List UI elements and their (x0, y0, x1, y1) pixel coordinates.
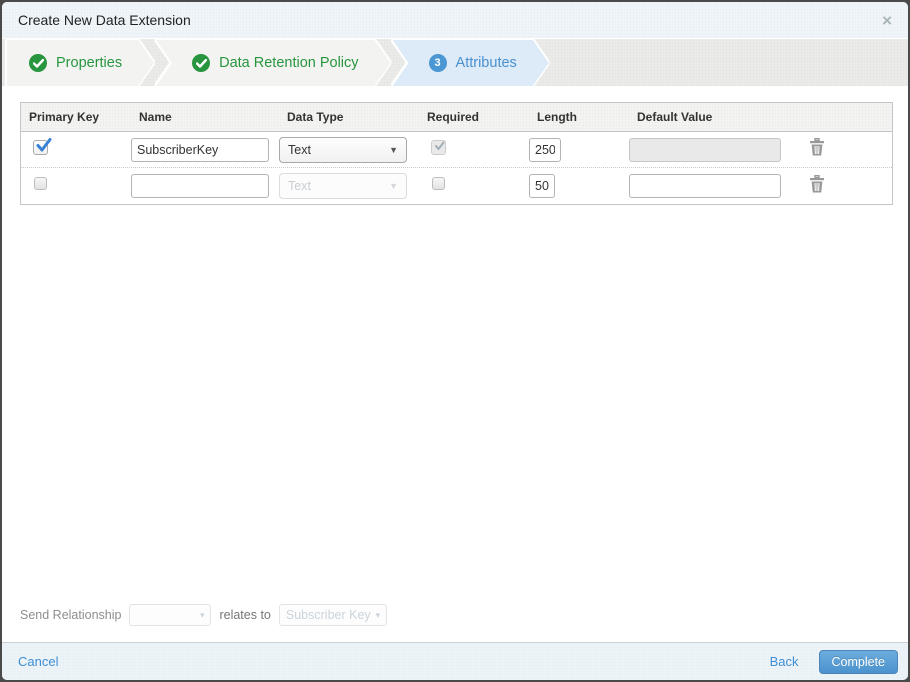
name-field[interactable] (131, 137, 269, 162)
table-row: Text ▼ (21, 132, 892, 168)
attributes-table: Primary Key Name Data Type Required Leng… (20, 102, 893, 205)
complete-button[interactable]: Complete (818, 649, 898, 674)
wizard-step-properties[interactable]: Properties (7, 40, 154, 86)
col-header-default-value: Default Value (637, 110, 713, 124)
length-field[interactable] (529, 174, 555, 198)
modal-footer: Cancel Back Complete (2, 642, 908, 680)
subscriber-key-value: Subscriber Key (285, 608, 371, 622)
default-value-field[interactable] (629, 174, 781, 198)
col-header-primary-key: Primary Key (29, 110, 100, 124)
caret-down-icon: ▼ (389, 181, 398, 191)
col-header-required: Required (427, 110, 480, 124)
check-icon (29, 54, 47, 72)
create-data-extension-modal: Create New Data Extension × Properties D… (2, 2, 908, 680)
caret-down-icon: ▾ (375, 609, 381, 620)
required-checkbox (431, 139, 446, 155)
wizard-step-label: Data Retention Policy (219, 55, 359, 71)
relates-to-label: relates to (219, 608, 271, 622)
required-checkbox[interactable] (432, 177, 445, 190)
delete-row-button[interactable] (809, 138, 825, 156)
data-type-value: Text (288, 179, 311, 193)
col-header-length: Length (537, 110, 577, 124)
data-type-select[interactable]: Text ▼ (279, 136, 407, 163)
col-header-data-type: Data Type (287, 110, 344, 124)
length-field[interactable] (529, 137, 561, 162)
col-header-name: Name (139, 110, 172, 124)
trash-icon (810, 138, 824, 156)
wizard-step-data-retention-policy[interactable]: Data Retention Policy (156, 40, 390, 86)
cancel-link[interactable]: Cancel (18, 654, 58, 669)
send-relationship-label: Send Relationship (20, 608, 122, 622)
default-value-field (629, 137, 781, 162)
back-link[interactable]: Back (770, 654, 799, 669)
delete-row-button[interactable] (809, 174, 825, 193)
primary-key-checkbox[interactable] (34, 177, 47, 190)
send-relationship-select: ▾ (129, 604, 212, 626)
wizard-step-label: Attributes (455, 55, 517, 71)
caret-down-icon: ▼ (389, 144, 398, 155)
modal-body: Primary Key Name Data Type Required Leng… (2, 86, 908, 642)
trash-icon (810, 174, 824, 192)
wizard-step-label: Properties (56, 55, 123, 71)
table-header-row: Primary Key Name Data Type Required Leng… (21, 103, 892, 132)
table-row: Text ▼ (21, 168, 892, 204)
modal-title: Create New Data Extension (18, 12, 191, 28)
modal-titlebar: Create New Data Extension × (2, 2, 908, 38)
name-field[interactable] (131, 174, 269, 198)
step-number-badge: 3 (429, 54, 447, 72)
wizard-step-attributes[interactable]: 3 Attributes (393, 40, 549, 86)
wizard-step-bar: Properties Data Retention Policy 3 Attri… (2, 38, 908, 86)
check-icon (192, 54, 210, 72)
subscriber-key-select: Subscriber Key ▾ (278, 604, 388, 626)
send-relationship-row: Send Relationship ▾ relates to Subscribe… (20, 600, 890, 634)
primary-key-checkbox[interactable] (33, 137, 52, 155)
caret-down-icon: ▾ (199, 609, 205, 620)
data-type-value: Text (288, 142, 311, 157)
data-type-select: Text ▼ (279, 173, 407, 199)
close-icon[interactable]: × (882, 12, 892, 29)
